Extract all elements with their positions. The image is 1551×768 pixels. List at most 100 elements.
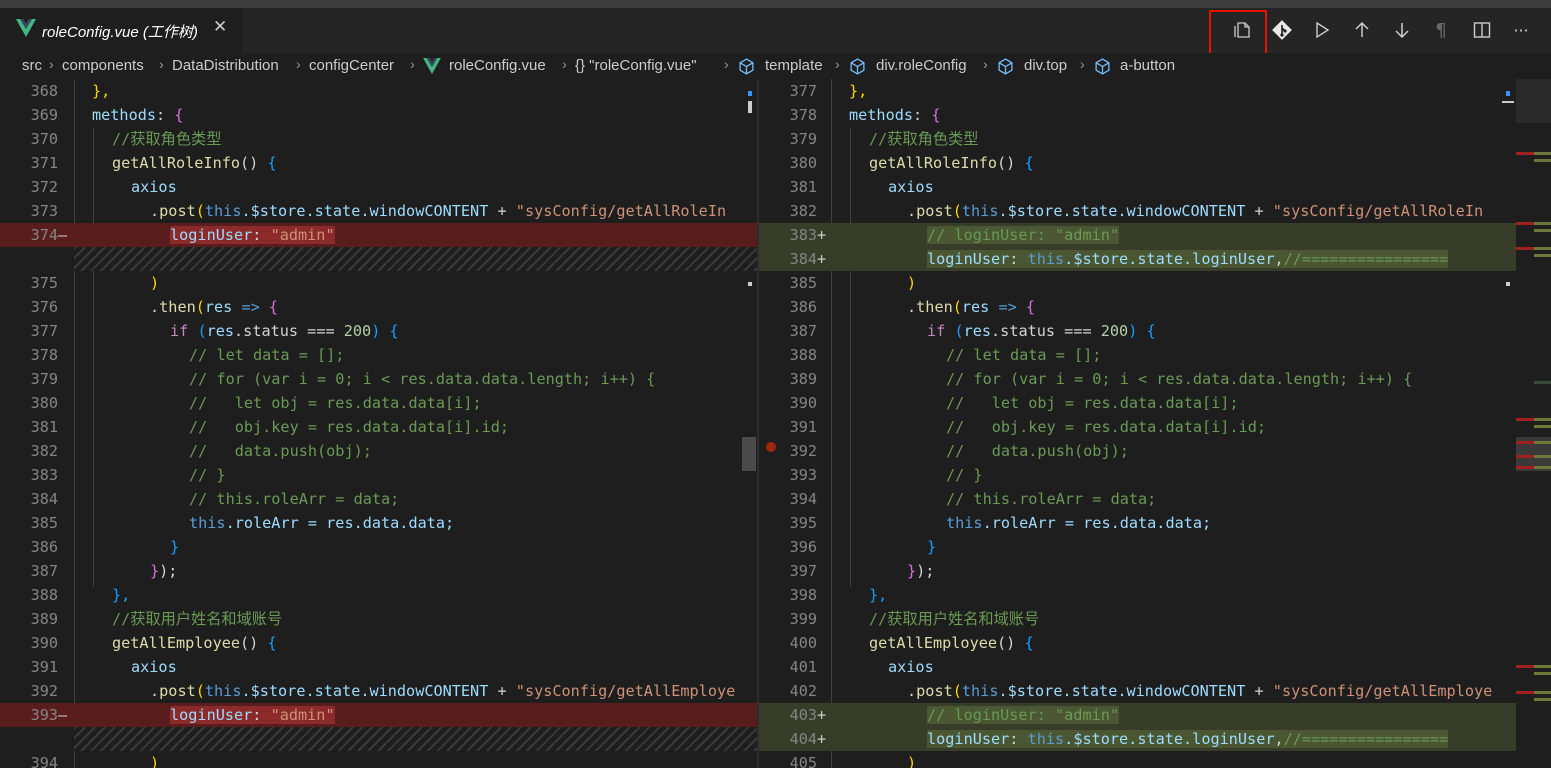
code-line: 394) (30, 754, 160, 768)
left-scrollbar[interactable] (742, 79, 756, 768)
code-line: 401 axios (789, 658, 934, 676)
code-line: 400 getAllEmployee() { (789, 634, 1034, 652)
code-line: 396} (789, 538, 937, 556)
chevron-right-icon: › (1080, 56, 1085, 72)
chevron-right-icon: › (835, 56, 840, 72)
chevron-right-icon: › (49, 56, 54, 72)
code-line: 398}, (789, 586, 888, 604)
code-line: 379// for (var i = 0; i < res.data.data.… (30, 370, 656, 388)
code-line: 375) (30, 274, 160, 292)
code-line: 386} (30, 538, 180, 556)
code-line: 378// let data = []; (30, 346, 345, 364)
code-line: 377 if (res.status === 200) { (30, 322, 399, 340)
code-line: 378 methods: { (789, 106, 941, 124)
code-line: 393// } (789, 466, 983, 484)
code-line: 370//获取角色类型 (30, 130, 222, 148)
code-line: 389//获取用户姓名和域账号 (30, 610, 283, 628)
added-line: 384 + loginUser: this.$store.state.loginUs… (759, 247, 1516, 271)
breadcrumb-datadistribution[interactable]: DataDistribution (172, 57, 279, 74)
open-file-icon[interactable] (1230, 18, 1254, 42)
code-line: 389// for (var i = 0; i < res.data.data.… (789, 370, 1413, 388)
code-line: 390// let obj = res.data.data[i]; (789, 394, 1239, 412)
tab-bar: roleConfig.vue (工作树) ✕ ¶ ··· (0, 0, 1551, 59)
run-icon[interactable] (1310, 18, 1334, 42)
added-line: 404 + loginUser: this.$store.state.loginUs… (759, 727, 1516, 751)
breadcrumb-a-button[interactable]: a-button (1120, 57, 1175, 74)
code-line: 385) (789, 274, 917, 292)
vue-file-icon (423, 58, 441, 74)
split-editor-icon[interactable] (1470, 18, 1494, 42)
breadcrumb-components[interactable]: components (62, 57, 144, 74)
code-line: 395 this.roleArr = res.data.data; (789, 514, 1212, 532)
code-line: 388}, (30, 586, 131, 604)
whitespace-icon[interactable]: ¶ (1429, 18, 1453, 42)
chevron-right-icon: › (562, 56, 567, 72)
code-line: 368}, (30, 82, 111, 100)
element-icon (1095, 58, 1110, 75)
code-line: 405) (789, 754, 917, 768)
breadcrumb: src › components › DataDistribution › co… (0, 53, 1551, 79)
code-line: 382 .post(this.$store.state.windowCONTENT… (789, 202, 1484, 220)
code-line: 377}, (789, 82, 868, 100)
diff-overview-ruler[interactable] (1516, 79, 1551, 768)
breadcrumb-template[interactable]: template (765, 57, 823, 74)
code-line: 399//获取用户姓名和域账号 (789, 610, 1040, 628)
next-change-icon[interactable] (1390, 18, 1414, 42)
code-line: 381 axios (789, 178, 934, 196)
code-line: 394// this.roleArr = data; (789, 490, 1157, 508)
code-line: 390 getAllEmployee() { (30, 634, 277, 652)
diff-filler (0, 727, 757, 751)
diff-original-pane[interactable]: 368}, 369 methods: { 370//获取角色类型 371 getAl… (0, 79, 757, 768)
breadcrumb-div-top[interactable]: div.top (1024, 57, 1067, 74)
code-line: 373 .post(this.$store.state.windowCONTENT… (30, 202, 727, 220)
code-line: 371 getAllRoleInfo() { (30, 154, 277, 172)
code-line: 392// data.push(obj); (789, 442, 1129, 460)
title-strip (0, 0, 1551, 8)
breadcrumb-configcenter[interactable]: configCenter (309, 57, 394, 74)
deleted-line: 374— loginUser: "admin" (0, 223, 757, 247)
breadcrumb-src[interactable]: src (22, 57, 42, 74)
code-line: 384// this.roleArr = data; (30, 490, 400, 508)
element-icon (739, 58, 754, 75)
diff-modified-pane[interactable]: 377}, 378 methods: { 379//获取角色类型 380 getAl… (759, 79, 1516, 768)
code-line: 372 axios (30, 178, 177, 196)
breadcrumb-module[interactable]: {} "roleConfig.vue" (575, 57, 697, 74)
code-line: 387 if (res.status === 200) { (789, 322, 1156, 340)
code-line: 388// let data = []; (789, 346, 1102, 364)
code-line: 387}); (30, 562, 178, 580)
code-line: 379//获取角色类型 (789, 130, 979, 148)
code-line: 402 .post(this.$store.state.windowCONTENT… (789, 682, 1493, 700)
code-line: 376 .then(res => { (30, 298, 279, 316)
code-line: 380// let obj = res.data.data[i]; (30, 394, 482, 412)
diff-filler (0, 247, 757, 271)
vue-file-icon (16, 19, 36, 37)
code-line: 391// obj.key = res.data.data[i].id; (789, 418, 1267, 436)
element-icon (998, 58, 1013, 75)
element-icon (850, 58, 865, 75)
breakpoint-icon[interactable] (766, 442, 776, 452)
tab-title: roleConfig.vue (工作树) (42, 24, 198, 41)
added-line: 403 +// loginUser: "admin" (759, 703, 1516, 727)
code-line: 383// } (30, 466, 226, 484)
code-line: 397}); (789, 562, 935, 580)
more-actions-icon[interactable]: ··· (1509, 18, 1533, 42)
code-line: 385 this.roleArr = res.data.data; (30, 514, 455, 532)
code-line: 380 getAllRoleInfo() { (789, 154, 1034, 172)
git-icon[interactable] (1270, 18, 1294, 42)
code-line: 386 .then(res => { (789, 298, 1036, 316)
code-line: 381// obj.key = res.data.data[i].id; (30, 418, 510, 436)
code-line: 369 methods: { (30, 106, 184, 124)
code-line: 392 .post(this.$store.state.windowCONTENT… (30, 682, 736, 700)
chevron-right-icon: › (724, 56, 729, 72)
close-icon[interactable]: ✕ (213, 17, 227, 37)
code-line: 382// data.push(obj); (30, 442, 372, 460)
tab-roleconfig[interactable]: roleConfig.vue (工作树) ✕ (0, 8, 242, 53)
breadcrumb-div-roleconfig[interactable]: div.roleConfig (876, 57, 967, 74)
deleted-line: 393— loginUser: "admin" (0, 703, 757, 727)
breadcrumb-file[interactable]: roleConfig.vue (449, 57, 546, 74)
chevron-right-icon: › (159, 56, 164, 72)
chevron-right-icon: › (983, 56, 988, 72)
right-scrollbar[interactable] (1500, 79, 1514, 768)
chevron-right-icon: › (410, 56, 415, 72)
prev-change-icon[interactable] (1350, 18, 1374, 42)
